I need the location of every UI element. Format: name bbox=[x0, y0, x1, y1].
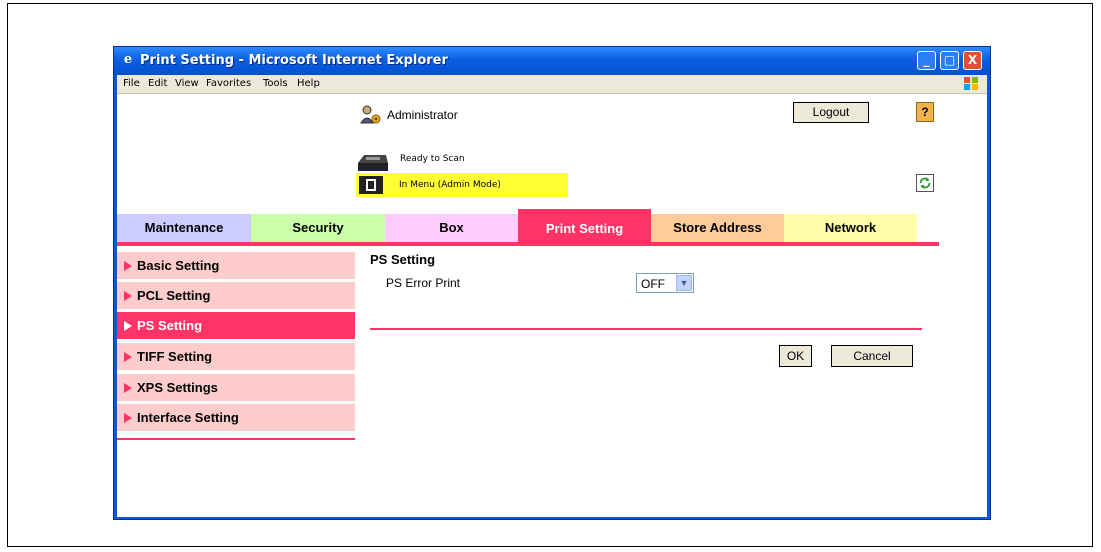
arrow-right-icon bbox=[124, 291, 132, 301]
refresh-icon[interactable] bbox=[916, 174, 934, 192]
chevron-down-icon[interactable]: ▼ bbox=[676, 275, 692, 291]
arrow-right-icon bbox=[124, 413, 132, 423]
tab-store-address[interactable]: Store Address bbox=[651, 214, 784, 242]
user-name: Administrator bbox=[387, 108, 458, 122]
sidebar-item-label: PS Setting bbox=[137, 318, 203, 333]
arrow-right-icon bbox=[124, 261, 132, 271]
tab-print-setting[interactable]: Print Setting bbox=[518, 209, 651, 242]
sidebar-item-label: Interface Setting bbox=[137, 410, 239, 425]
machine-status-icon bbox=[359, 176, 383, 194]
minimize-button[interactable]: _ bbox=[917, 51, 936, 70]
menu-file[interactable]: File bbox=[123, 78, 140, 89]
window-title: Print Setting - Microsoft Internet Explo… bbox=[140, 53, 448, 68]
menu-help[interactable]: Help bbox=[297, 78, 320, 89]
sidebar-item-label: TIFF Setting bbox=[137, 349, 213, 364]
menu-status-text: In Menu (Admin Mode) bbox=[399, 180, 501, 190]
page-title: PS Setting bbox=[370, 252, 436, 267]
help-button[interactable]: ? bbox=[916, 102, 934, 122]
menu-view[interactable]: View bbox=[175, 78, 199, 89]
menu-status-bar: In Menu (Admin Mode) bbox=[356, 173, 568, 197]
sidebar-item-basic-setting[interactable]: Basic Setting bbox=[117, 252, 355, 281]
sidebar-item-label: XPS Settings bbox=[137, 380, 218, 395]
sidebar-item-xps-settings[interactable]: XPS Settings bbox=[117, 374, 355, 403]
windows-logo-icon bbox=[964, 77, 978, 90]
sidebar-item-label: Basic Setting bbox=[137, 258, 220, 273]
menu-edit[interactable]: Edit bbox=[148, 78, 167, 89]
tab-security[interactable]: Security bbox=[251, 214, 385, 242]
browser-window: e Print Setting - Microsoft Internet Exp… bbox=[113, 46, 991, 520]
tab-underline bbox=[117, 242, 939, 246]
sidebar-item-pcl-setting[interactable]: PCL Setting bbox=[117, 282, 355, 311]
menu-favorites[interactable]: Favorites bbox=[206, 78, 251, 89]
sidebar-item-tiff-setting[interactable]: TIFF Setting bbox=[117, 343, 355, 372]
content-divider bbox=[370, 328, 922, 330]
scanner-status-icon bbox=[358, 155, 388, 171]
arrow-right-icon bbox=[124, 321, 132, 331]
logout-button[interactable]: Logout bbox=[793, 102, 869, 123]
sidebar-item-interface-setting[interactable]: Interface Setting bbox=[117, 404, 355, 433]
sidebar-divider bbox=[117, 438, 355, 440]
menu-bar: File Edit View Favorites Tools Help bbox=[117, 75, 987, 94]
arrow-right-icon bbox=[124, 383, 132, 393]
cancel-button[interactable]: Cancel bbox=[831, 345, 913, 367]
tab-network[interactable]: Network bbox=[784, 214, 917, 242]
title-bar[interactable]: e Print Setting - Microsoft Internet Exp… bbox=[114, 47, 990, 75]
select-value: OFF bbox=[641, 277, 665, 291]
scan-status-text: Ready to Scan bbox=[400, 154, 465, 164]
tab-bar: Maintenance Security Box Print Setting S… bbox=[117, 209, 939, 242]
close-button[interactable]: X bbox=[963, 51, 982, 70]
sidebar-item-ps-setting[interactable]: PS Setting bbox=[117, 312, 355, 341]
tab-box[interactable]: Box bbox=[385, 214, 518, 242]
ie-icon: e bbox=[123, 52, 133, 67]
arrow-right-icon bbox=[124, 352, 132, 362]
menu-tools[interactable]: Tools bbox=[263, 78, 288, 89]
maximize-button[interactable]: □ bbox=[940, 51, 959, 70]
ps-error-print-label: PS Error Print bbox=[386, 276, 461, 290]
sidebar-item-label: PCL Setting bbox=[137, 288, 211, 303]
tab-maintenance[interactable]: Maintenance bbox=[117, 214, 251, 242]
ps-error-print-select[interactable]: OFF ▼ bbox=[636, 273, 694, 293]
administrator-icon bbox=[360, 105, 381, 124]
page-content: Administrator Logout ? Ready to Scan In … bbox=[117, 94, 987, 517]
ok-button[interactable]: OK bbox=[779, 345, 812, 367]
